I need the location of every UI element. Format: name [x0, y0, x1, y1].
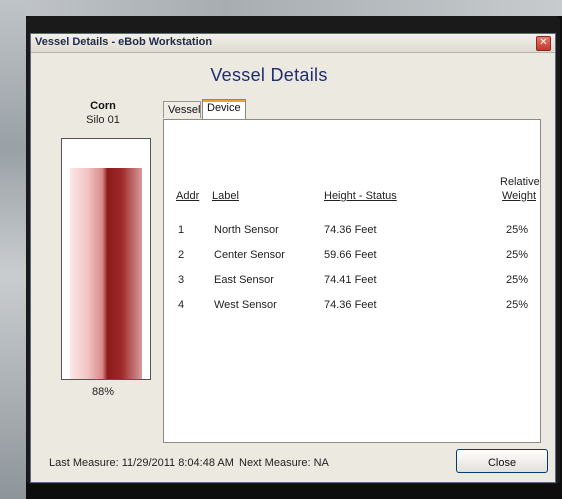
column-header-height-status: Height - Status: [324, 190, 397, 202]
row-height: 74.36 Feet: [324, 224, 377, 236]
row-label: West Sensor: [214, 299, 277, 311]
silo-level-gauge: [61, 138, 151, 380]
desktop-background-top: [0, 0, 562, 16]
silo-id: Silo 01: [86, 114, 120, 126]
row-label: North Sensor: [214, 224, 279, 236]
row-weight: 25%: [506, 224, 529, 236]
tab-vessel[interactable]: Vessel: [163, 101, 201, 118]
vessel-details-window: Vessel Details - eBob Workstation ✕ Vess…: [30, 33, 556, 483]
device-tab-panel: Addr Label Height - Status Relative Weig…: [163, 119, 541, 443]
silo-level-percent: 88%: [91, 386, 115, 398]
silo-level-fill: [70, 167, 142, 379]
row-height: 74.41 Feet: [324, 274, 377, 286]
next-measure-text: Next Measure: NA: [239, 457, 329, 469]
row-weight: 25%: [506, 274, 529, 286]
close-button[interactable]: Close: [456, 449, 548, 473]
title-bar[interactable]: Vessel Details - eBob Workstation ✕: [31, 34, 555, 53]
row-addr: 4: [178, 299, 185, 311]
row-weight: 25%: [506, 249, 529, 261]
column-header-addr: Addr: [176, 190, 200, 202]
row-addr: 2: [178, 249, 185, 261]
window-title: Vessel Details - eBob Workstation: [35, 36, 213, 48]
page-title: Vessel Details: [210, 65, 328, 85]
last-measure-text: Last Measure: 11/29/2011 8:04:48 AM: [49, 457, 234, 469]
column-header-label: Label: [212, 190, 239, 202]
row-weight: 25%: [506, 299, 529, 311]
row-label: East Sensor: [214, 274, 274, 286]
column-header-relative: Relative: [500, 176, 540, 188]
desktop-background-left: [0, 0, 26, 499]
row-addr: 1: [178, 224, 185, 236]
row-label: Center Sensor: [214, 249, 285, 261]
row-addr: 3: [178, 274, 185, 286]
column-header-weight: Weight: [502, 190, 537, 202]
row-height: 59.66 Feet: [324, 249, 377, 261]
window-close-icon[interactable]: ✕: [536, 36, 551, 51]
row-height: 74.36 Feet: [324, 299, 377, 311]
silo-product-name: Corn: [90, 100, 116, 112]
tab-device[interactable]: Device: [202, 99, 246, 119]
